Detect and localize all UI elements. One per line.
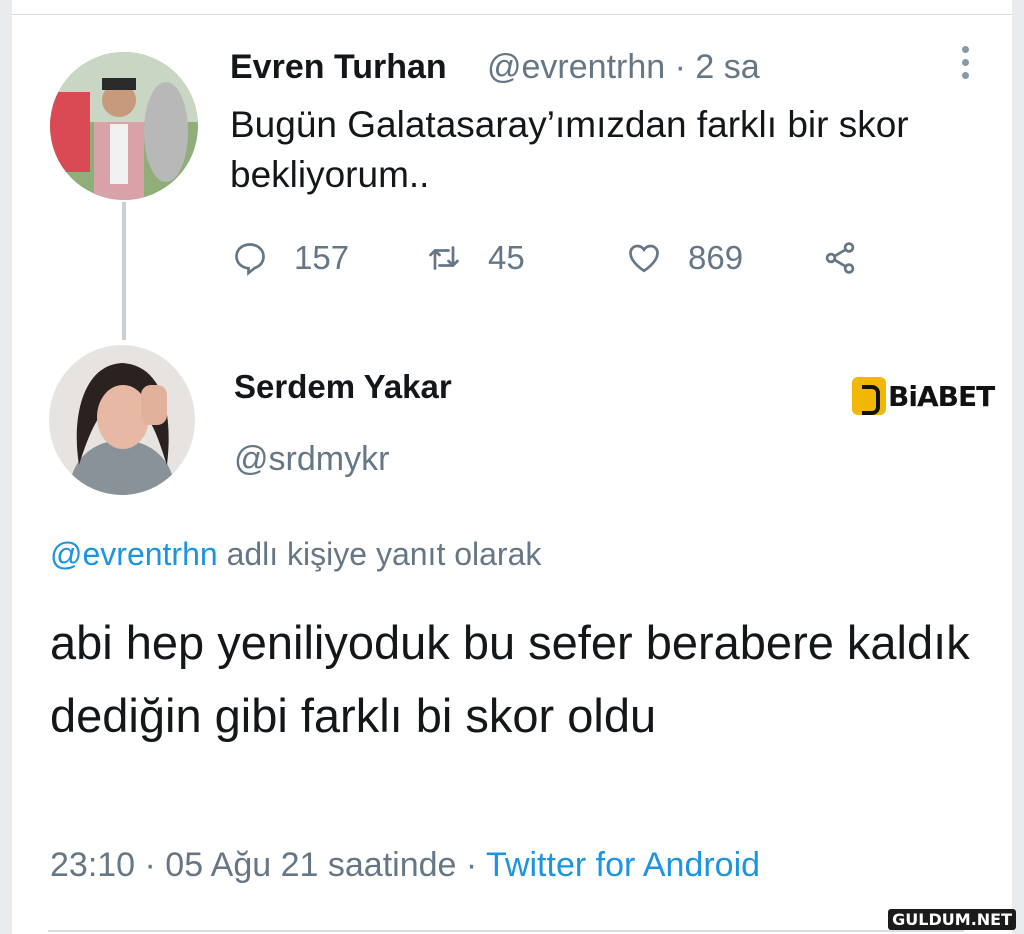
frame-right-edge <box>1012 0 1024 934</box>
reply-context: @evrentrhn adlı kişiye yanıt olarak <box>50 536 541 573</box>
avatar-evren-turhan[interactable] <box>50 52 198 200</box>
share-icon <box>825 242 855 274</box>
author-name[interactable]: Evren Turhan <box>230 48 447 87</box>
like-icon <box>629 244 659 273</box>
top-divider <box>12 14 1012 15</box>
like-button[interactable]: 869 <box>626 236 743 280</box>
frame-left-edge <box>0 0 12 934</box>
retweet-count: 45 <box>488 239 525 276</box>
reply-meta: 23:10 · 05 Ağu 21 saatinde · Twitter for… <box>50 846 760 885</box>
retweet-icon <box>429 246 459 270</box>
reply-context-text: adlı kişiye yanıt olarak <box>217 536 542 572</box>
like-count: 869 <box>688 239 744 276</box>
reply-text: abi hep yeniliyoduk bu sefer berabere ka… <box>50 616 970 742</box>
share-button[interactable] <box>822 236 884 280</box>
avatar-serdem-yakar[interactable] <box>49 345 195 495</box>
reply-button[interactable]: 157 <box>232 236 349 280</box>
brand-logo: BiABET <box>852 376 995 416</box>
bottom-divider <box>48 930 964 932</box>
brand-mark-icon <box>852 377 886 415</box>
tweet-text: Bugün Galatasaray’ımızdan farklı bir sko… <box>230 104 909 195</box>
author-handle-and-time[interactable]: @evrentrhn · 2 sa <box>487 48 760 87</box>
site-watermark: GULDUM.NET <box>888 909 1016 930</box>
retweet-button[interactable]: 45 <box>426 236 525 280</box>
reply-client[interactable]: Twitter for Android <box>486 846 760 884</box>
reply-icon <box>235 243 265 276</box>
more-icon[interactable] <box>955 46 975 86</box>
reply-context-mention[interactable]: @evrentrhn <box>50 536 218 572</box>
thread-connector <box>122 202 126 340</box>
tweet-time[interactable]: · 2 sa <box>675 48 760 86</box>
reply-count: 157 <box>294 239 350 276</box>
reply-author-name[interactable]: Serdem Yakar <box>234 368 452 406</box>
reply-author-handle[interactable]: @srdmykr <box>234 440 389 479</box>
reply-timestamp[interactable]: 23:10 · 05 Ağu 21 saatinde · <box>50 846 486 884</box>
author-handle[interactable]: @evrentrhn <box>487 48 665 86</box>
